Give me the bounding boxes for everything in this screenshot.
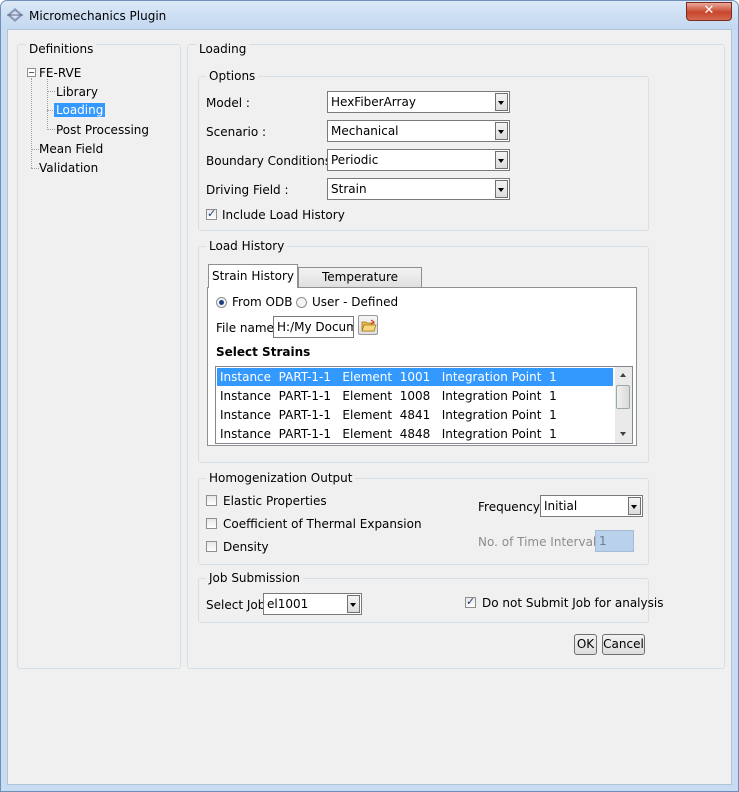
definitions-panel xyxy=(17,44,181,669)
include-load-history-checkbox[interactable] xyxy=(206,207,217,220)
definitions-label: Definitions xyxy=(26,42,97,56)
tab-strain-history-label: Strain History xyxy=(211,269,295,283)
density-label[interactable]: Density xyxy=(223,540,269,554)
tree-guide xyxy=(47,129,55,130)
load-history-label: Load History xyxy=(206,239,288,253)
no-submit-label[interactable]: Do not Submit Job for analysis xyxy=(482,596,663,610)
file-name-value: H:/My Docum xyxy=(277,320,354,334)
cte-label[interactable]: Coefficient of Thermal Expansion xyxy=(223,517,422,531)
job-submission-label: Job Submission xyxy=(206,571,303,585)
select-job-select[interactable]: el1001 xyxy=(263,593,362,615)
scroll-thumb[interactable] xyxy=(616,385,630,409)
tree-item-library[interactable]: Library xyxy=(56,85,98,99)
boundary-conditions-label: Boundary Conditions : xyxy=(206,154,339,168)
tree-guide xyxy=(31,168,39,169)
chevron-down-icon[interactable] xyxy=(495,180,508,198)
frequency-value: Initial xyxy=(544,499,578,513)
boundary-conditions-value: Periodic xyxy=(331,153,379,167)
tab-strain-history[interactable]: Strain History xyxy=(208,264,298,288)
dialog-body: Definitions − FE-RVE Library Loading Pos… xyxy=(7,29,732,785)
file-name-label: File name: xyxy=(216,321,278,335)
model-label: Model : xyxy=(206,96,250,110)
list-item[interactable]: Instance PART-1-1 Element 1001 Integrati… xyxy=(217,368,613,386)
scenario-select[interactable]: Mechanical xyxy=(327,120,510,142)
model-value: HexFiberArray xyxy=(331,95,416,109)
chevron-down-icon[interactable] xyxy=(495,122,508,140)
list-item[interactable]: Instance PART-1-1 Element 4848 Integrati… xyxy=(217,425,613,443)
driving-field-select[interactable]: Strain xyxy=(327,178,510,200)
density-checkbox[interactable] xyxy=(206,541,217,552)
tree-guide xyxy=(31,149,39,150)
elastic-properties-label[interactable]: Elastic Properties xyxy=(223,494,327,508)
tab-temperature-history[interactable]: Temperature History xyxy=(298,267,422,303)
scenario-value: Mechanical xyxy=(331,124,399,138)
model-select[interactable]: HexFiberArray xyxy=(327,91,510,113)
folder-glyph xyxy=(361,319,377,332)
tree-guide xyxy=(31,78,32,168)
chevron-down-icon[interactable] xyxy=(495,151,508,169)
app-icon xyxy=(7,8,23,22)
frequency-label: Frequency: xyxy=(478,500,544,514)
tree-collapse-icon[interactable]: − xyxy=(27,68,36,77)
boundary-conditions-select[interactable]: Periodic xyxy=(327,149,510,171)
homogenization-label: Homogenization Output xyxy=(206,471,356,485)
time-intervals-input[interactable]: 1 xyxy=(595,530,634,552)
tree-item-mean-field[interactable]: Mean Field xyxy=(39,142,103,156)
tree-item-fe-rve[interactable]: FE-RVE xyxy=(39,66,81,80)
frequency-select[interactable]: Initial xyxy=(540,495,643,517)
list-item[interactable]: Instance PART-1-1 Element 1008 Integrati… xyxy=(217,387,613,405)
elastic-properties-checkbox[interactable] xyxy=(206,495,217,506)
close-icon[interactable]: ✕ xyxy=(686,2,732,21)
from-odb-radio[interactable] xyxy=(216,297,227,308)
chevron-down-icon[interactable] xyxy=(347,595,360,613)
driving-field-value: Strain xyxy=(331,182,367,196)
select-job-label: Select Job: xyxy=(206,598,270,612)
window-title: Micromechanics Plugin xyxy=(29,9,167,23)
select-strains-label: Select Strains xyxy=(216,345,311,359)
tree-guide xyxy=(47,79,48,130)
cte-checkbox[interactable] xyxy=(206,518,217,529)
time-intervals-value: 1 xyxy=(599,534,607,548)
list-item[interactable]: Instance PART-1-1 Element 4841 Integrati… xyxy=(217,406,613,424)
loading-label: Loading xyxy=(196,42,250,56)
include-load-history-label[interactable]: Include Load History xyxy=(222,208,345,222)
driving-field-label: Driving Field : xyxy=(206,183,289,197)
time-intervals-label: No. of Time Intervals: xyxy=(478,535,607,549)
scenario-label: Scenario : xyxy=(206,125,267,139)
strains-list[interactable]: Instance PART-1-1 Element 1001 Integrati… xyxy=(215,366,633,444)
user-defined-label[interactable]: User - Defined xyxy=(312,295,398,309)
options-label: Options xyxy=(206,69,259,83)
tree-item-loading[interactable]: Loading xyxy=(54,103,106,117)
tree-item-validation[interactable]: Validation xyxy=(39,161,98,175)
title-bar[interactable]: Micromechanics Plugin ✕ xyxy=(1,1,738,29)
cancel-button[interactable]: Cancel xyxy=(602,634,645,655)
file-name-input[interactable]: H:/My Docum xyxy=(273,316,354,338)
chevron-down-icon[interactable] xyxy=(495,93,508,111)
vertical-scrollbar[interactable] xyxy=(615,367,632,443)
folder-open-icon[interactable] xyxy=(358,315,378,335)
chevron-down-icon[interactable] xyxy=(628,497,641,515)
user-defined-radio[interactable] xyxy=(296,297,307,308)
plugin-window: Micromechanics Plugin ✕ Definitions − FE… xyxy=(0,0,739,792)
no-submit-checkbox[interactable] xyxy=(465,595,476,608)
from-odb-label[interactable]: From ODB xyxy=(232,295,292,309)
tree-guide xyxy=(47,91,55,92)
tree-item-post-processing[interactable]: Post Processing xyxy=(56,123,149,137)
select-job-value: el1001 xyxy=(267,597,309,611)
scroll-up-icon[interactable] xyxy=(615,367,632,384)
scroll-down-icon[interactable] xyxy=(615,426,632,443)
ok-button[interactable]: OK xyxy=(574,634,597,655)
